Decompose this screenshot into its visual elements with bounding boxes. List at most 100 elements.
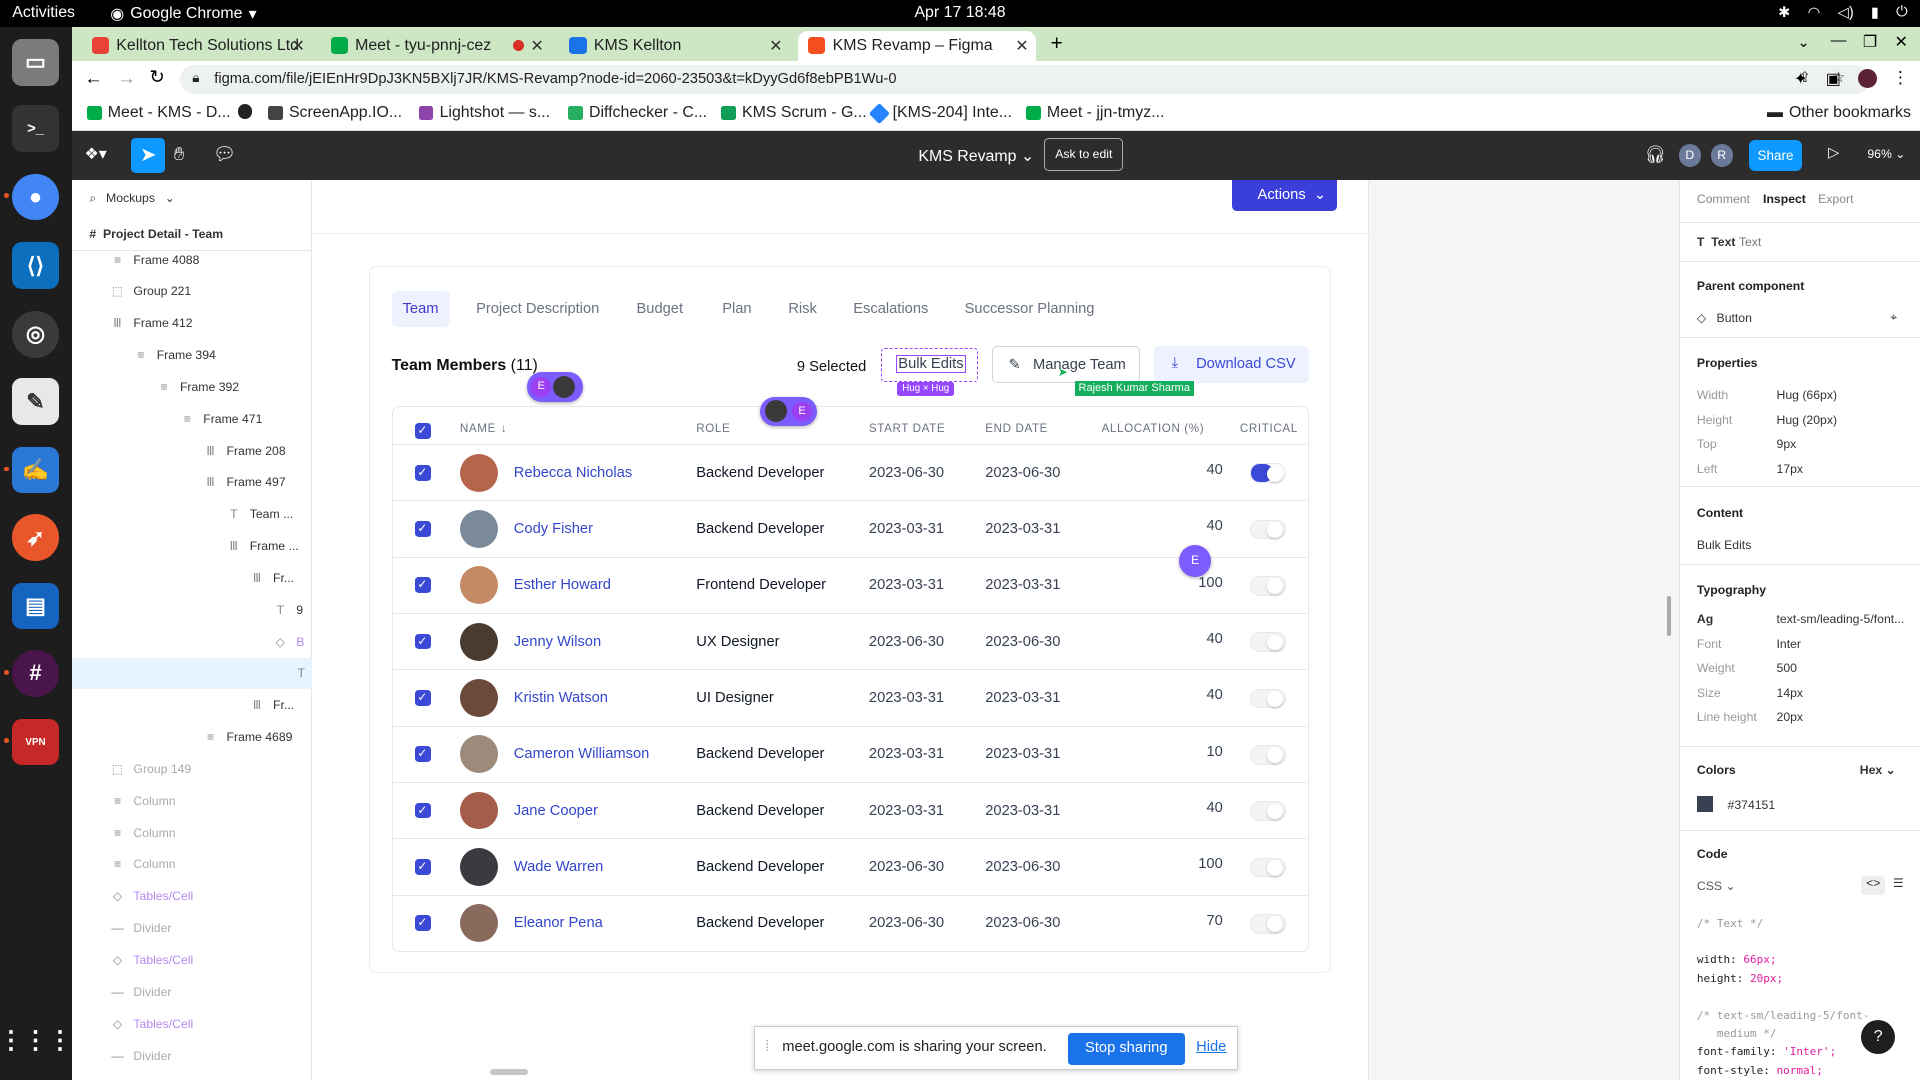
property-value[interactable]: Hug (66px) <box>1777 388 1838 402</box>
tab-project-description[interactable]: Project Description <box>476 291 599 327</box>
stop-sharing-button[interactable]: Stop sharing <box>1067 1033 1186 1066</box>
document-viewer-icon[interactable]: ▤ <box>12 582 59 630</box>
headphones-icon[interactable]: 🎧︎ <box>1644 144 1666 165</box>
table-row[interactable]: ✓ Esther Howard Frontend Developer 2023-03-… <box>392 556 1308 613</box>
typography-value[interactable]: text-sm/leading-5/font... <box>1777 612 1905 626</box>
table-row[interactable]: ✓ Rebecca Nicholas Backend Developer 2023-0… <box>392 444 1308 500</box>
bulk-edits-button[interactable]: Bulk Edits <box>881 347 979 382</box>
tab-export[interactable]: Export <box>1818 192 1853 206</box>
target-icon[interactable]: ⌖ <box>1890 310 1897 325</box>
close-icon[interactable]: ✕ <box>1015 36 1028 56</box>
select-all-checkbox[interactable]: ✓ <box>414 423 431 440</box>
row-checkbox[interactable]: ✓ <box>414 689 431 706</box>
close-icon[interactable]: ✕ <box>530 36 543 56</box>
color-value[interactable]: #374151 <box>1728 798 1776 812</box>
back-icon[interactable]: ← <box>84 67 102 89</box>
file-title[interactable]: KMS Revamp ⌄ <box>918 146 1034 166</box>
avatar[interactable]: R <box>1710 144 1733 167</box>
figma-menu-icon[interactable]: ❖▾ <box>84 144 106 164</box>
property-value[interactable]: 17px <box>1777 462 1804 476</box>
color-format-select[interactable]: Hex ⌄ <box>1860 763 1896 777</box>
row-checkbox[interactable]: ✓ <box>414 858 431 875</box>
row-checkbox[interactable]: ✓ <box>414 577 431 594</box>
layer-row[interactable]: Ⅲ Fr... <box>72 562 312 594</box>
table-row[interactable]: ✓ Wade Warren Backend Developer 2023-06-30 2… <box>392 838 1308 894</box>
layer-row[interactable]: T <box>72 657 313 690</box>
bookmark-item[interactable]: [KMS-204] Inte... <box>868 102 1012 124</box>
layer-row[interactable]: Ⅲ Frame 208 <box>72 435 312 467</box>
tab-search-icon[interactable]: ⌄ <box>1797 34 1809 51</box>
url-field[interactable]: 🔒︎ figma.com/file/jEIEnHr9DpJ3KN5BXlj7JR… <box>179 64 1870 95</box>
layer-row[interactable]: ◇ Tables/Cell <box>72 944 312 976</box>
new-tab-icon[interactable]: + <box>1051 32 1063 56</box>
critical-toggle[interactable] <box>1249 463 1287 483</box>
tab-budget[interactable]: Budget <box>636 291 683 327</box>
tab-kms-kellton[interactable]: KMS Kellton ✕ <box>560 31 790 62</box>
layer-row[interactable]: Ⅲ Frame 412 <box>72 307 312 339</box>
ask-to-edit-button[interactable]: Ask to edit <box>1044 138 1124 172</box>
tab-meet[interactable]: Meet - tyu-pnnj-cez ✕ <box>321 31 551 62</box>
zoom-level[interactable]: 96% ⌄ <box>1867 147 1905 161</box>
bookmark-item[interactable]: Diffchecker - C... <box>568 104 707 122</box>
layer-row[interactable]: T Team ... <box>72 498 312 530</box>
present-icon[interactable]: ▷ <box>1828 144 1839 161</box>
member-name-link[interactable]: Cameron Williamson <box>514 746 650 762</box>
row-checkbox[interactable]: ✓ <box>414 464 431 481</box>
row-checkbox[interactable]: ✓ <box>414 746 431 763</box>
layer-row[interactable]: Ⅲ Frame ... <box>72 530 312 562</box>
critical-toggle[interactable] <box>1249 913 1287 934</box>
share-button[interactable]: Share <box>1748 139 1803 172</box>
ssl-vpn-icon[interactable]: VPN <box>12 718 59 766</box>
critical-toggle[interactable] <box>1249 745 1287 765</box>
layer-row[interactable]: ◇ Tables/Cell <box>72 880 312 912</box>
layer-row[interactable]: ⬚ Group 149 <box>72 753 312 785</box>
comment-tool-icon[interactable]: 💬︎ <box>213 143 236 165</box>
critical-toggle[interactable] <box>1249 688 1287 709</box>
hand-tool-icon[interactable]: ✋︎ <box>174 143 184 165</box>
parent-component[interactable]: ◇ Button <box>1697 311 1752 325</box>
slack-icon[interactable]: # <box>12 650 59 697</box>
member-name-link[interactable]: Wade Warren <box>514 859 604 875</box>
table-row[interactable]: ✓ Jenny Wilson UX Designer 2023-06-30 2023-0… <box>392 612 1308 669</box>
code-view-icon[interactable]: <> <box>1861 875 1886 896</box>
tab-team[interactable]: Team <box>391 291 450 327</box>
avatar[interactable]: D <box>1678 144 1701 167</box>
typography-value[interactable]: 500 <box>1777 661 1797 675</box>
member-name-link[interactable]: Cody Fisher <box>514 521 593 537</box>
canvas[interactable]: Actions ⌄ Team Project Description Budget P… <box>312 180 1679 1080</box>
bookmark-item[interactable]: ScreenApp.IO... <box>268 104 402 122</box>
bookmark-item[interactable] <box>237 104 253 119</box>
tab-risk[interactable]: Risk <box>788 291 817 327</box>
bookmark-item[interactable]: Meet - jjn-tmyz... <box>1026 104 1164 122</box>
close-icon[interactable]: ✕ <box>769 36 782 56</box>
actions-button[interactable]: Actions ⌄ <box>1231 180 1338 211</box>
table-row[interactable]: ✓ Eleanor Pena Backend Developer 2023-06-30… <box>392 894 1308 951</box>
chrome-icon[interactable]: ● <box>12 173 59 221</box>
tab-figma[interactable]: KMS Revamp – Figma ✕ <box>798 30 1036 62</box>
layer-row[interactable]: Ⅲ Fr... <box>72 689 312 721</box>
files-icon[interactable]: ▭ <box>12 39 59 86</box>
tab-plan[interactable]: Plan <box>722 291 751 327</box>
tab-escalations[interactable]: Escalations <box>853 291 928 327</box>
row-checkbox[interactable]: ✓ <box>414 520 431 537</box>
member-name-link[interactable]: Kristin Watson <box>514 690 608 706</box>
forward-icon[interactable]: → <box>118 67 136 89</box>
bookmark-item[interactable]: Meet - KMS - D... <box>86 104 231 122</box>
member-name-link[interactable]: Rebecca Nicholas <box>514 465 632 481</box>
layer-row[interactable]: — Divider <box>72 976 312 1008</box>
column-header[interactable]: NAME ↓ <box>460 422 507 435</box>
obs-icon[interactable]: ◎ <box>12 311 59 358</box>
table-row[interactable]: ✓ Jane Cooper Backend Developer 2023-03-31 2… <box>392 781 1308 838</box>
code-language-select[interactable]: CSS ⌄ <box>1697 879 1736 893</box>
extensions-icon[interactable]: ✦ <box>1794 69 1807 89</box>
table-row[interactable]: ✓ Cameron Williamson Backend Developer 2023… <box>392 725 1308 782</box>
typography-value[interactable]: Inter <box>1777 637 1801 651</box>
critical-toggle[interactable] <box>1249 632 1287 652</box>
row-checkbox[interactable]: ✓ <box>414 802 431 819</box>
layer-row[interactable]: ≡ Column <box>72 785 312 817</box>
bookmark-item[interactable]: Lightshot — s... <box>418 104 550 122</box>
vertical-scrollbar[interactable] <box>1666 596 1672 636</box>
drag-handle-icon[interactable]: ⁞ <box>765 1039 769 1055</box>
hide-link[interactable]: Hide <box>1196 1039 1226 1055</box>
bookmark-item[interactable]: KMS Scrum - G... <box>721 104 867 122</box>
